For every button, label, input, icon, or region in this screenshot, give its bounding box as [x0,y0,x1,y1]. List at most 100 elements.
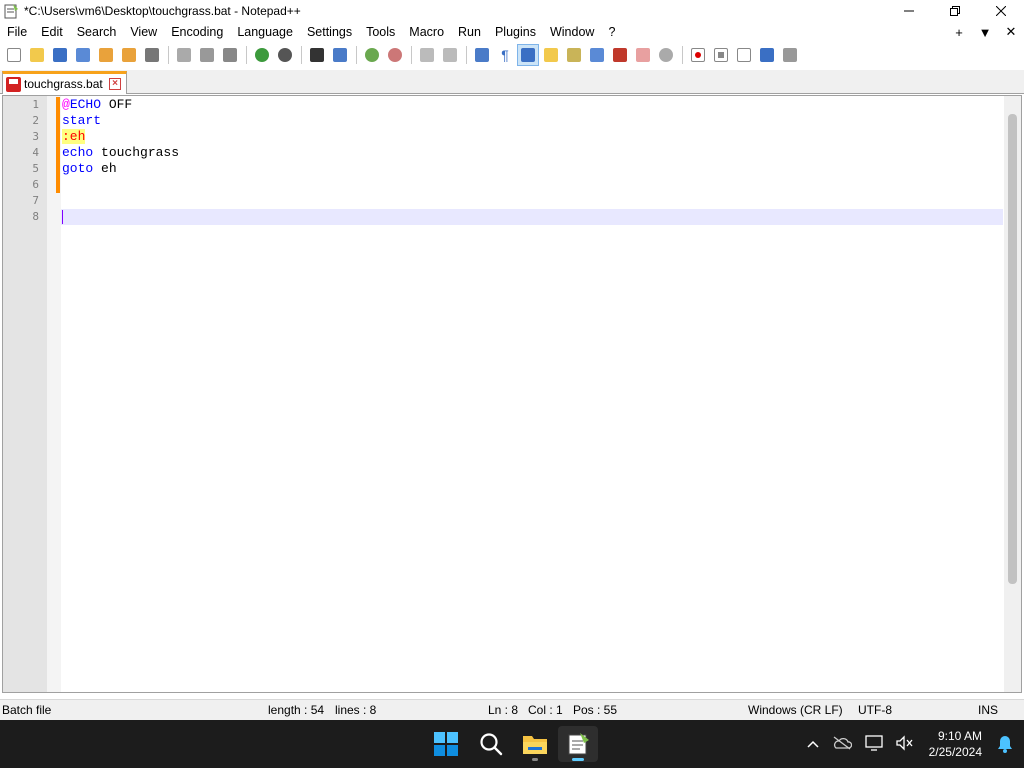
unsaved-file-icon [6,76,21,92]
code-line[interactable]: :eh [61,129,1003,145]
code-line[interactable]: echo touchgrass [61,145,1003,161]
scissors-icon [177,47,191,62]
eye-icon [659,47,673,62]
document-list-button[interactable] [586,44,608,66]
change-history-marker [56,97,60,193]
menu-view[interactable]: View [123,22,164,42]
indent-guide-button[interactable] [517,43,539,66]
line-numbers: 1 2 3 4 5 6 7 8 [3,97,39,225]
window-title: *C:\Users\vm6\Desktop\touchgrass.bat - N… [24,4,301,18]
menu-macro[interactable]: Macro [402,22,451,42]
monitoring-button[interactable] [655,44,677,66]
menu-search[interactable]: Search [70,22,124,42]
toolbar-separator [356,45,357,64]
folder-as-workspace-button[interactable] [632,44,654,66]
tab-close-icon[interactable]: × [109,78,121,90]
close-window-button[interactable] [978,0,1024,22]
file-tab[interactable]: touchgrass.bat × [2,71,127,94]
show-all-characters-button[interactable]: ¶ [494,44,516,66]
save-macro-button[interactable] [779,44,801,66]
restore-button[interactable] [932,0,978,22]
code-token: :eh [62,129,86,144]
redo-button[interactable] [274,44,296,66]
toolbar-separator [682,45,683,64]
user-defined-language-button[interactable] [540,44,562,66]
notifications-bell-icon[interactable] [996,734,1014,757]
menu-window[interactable]: Window [543,22,601,42]
taskbar: 9:10 AM 2/25/2024 [0,720,1024,768]
close-all-button[interactable] [118,44,140,66]
word-wrap-button[interactable] [471,44,493,66]
document-map-button[interactable] [563,44,585,66]
status-line-number[interactable]: Ln : 8 [488,703,518,717]
taskbar-search-button[interactable] [471,726,511,762]
menu-plugins[interactable]: Plugins [488,22,543,42]
undo-button[interactable] [251,44,273,66]
status-encoding[interactable]: UTF-8 [858,703,892,717]
volume-muted-icon[interactable] [890,734,918,754]
close-tab-x-icon[interactable]: ✕ [998,24,1024,40]
save-all-button[interactable] [72,44,94,66]
minimize-button[interactable] [886,0,932,22]
status-column[interactable]: Col : 1 [528,703,563,717]
menu-encoding[interactable]: Encoding [164,22,230,42]
paste-button[interactable] [219,44,241,66]
windows-logo-icon [434,732,458,756]
menu-edit[interactable]: Edit [34,22,70,42]
code-line[interactable] [61,177,1003,193]
cut-button[interactable] [173,44,195,66]
menu-language[interactable]: Language [230,22,300,42]
function-list-icon [613,47,627,62]
zoom-out-icon [388,47,402,62]
code-text[interactable]: @ECHO OFF start:eh echo touchgrass goto eh [61,97,1003,225]
status-position[interactable]: Pos : 55 [573,703,617,717]
code-line[interactable]: goto eh [61,161,1003,177]
tab-label: touchgrass.bat [24,77,103,91]
document-map-icon [567,47,581,62]
find-button[interactable] [306,44,328,66]
code-line[interactable]: start [61,113,1003,129]
indent-guide-icon [521,47,535,62]
tab-list-dropdown-icon[interactable]: ▼ [972,25,998,40]
code-token: eh [93,161,117,176]
notepad-plus-plus-app-icon[interactable] [3,3,19,19]
playback-macro-button[interactable] [733,44,755,66]
zoom-out-button[interactable] [384,44,406,66]
new-file-button[interactable] [3,44,25,66]
onedrive-cloud-icon[interactable] [826,735,858,753]
sync-horizontal-button[interactable] [439,44,461,66]
copy-button[interactable] [196,44,218,66]
status-eol[interactable]: Windows (CR LF) [748,703,843,717]
menu-settings[interactable]: Settings [300,22,359,42]
network-icon[interactable] [858,734,890,754]
start-button[interactable] [426,726,466,762]
current-code-line[interactable] [61,209,1003,225]
print-button[interactable] [141,44,163,66]
code-line[interactable]: @ECHO OFF [61,97,1003,113]
replace-button[interactable] [329,44,351,66]
run-macro-multiple-button[interactable] [756,44,778,66]
file-explorer-button[interactable] [515,726,555,762]
close-file-button[interactable] [95,44,117,66]
sync-vertical-button[interactable] [416,44,438,66]
editor-area[interactable]: 1 2 3 4 5 6 7 8 @ECHO OFF start:eh echo touchgras… [2,95,1022,693]
zoom-in-button[interactable] [361,44,383,66]
record-macro-button[interactable] [687,44,709,66]
vertical-scrollbar[interactable] [1004,96,1021,692]
scrollbar-thumb[interactable] [1008,114,1017,584]
menu-help[interactable]: ? [601,22,622,42]
open-file-button[interactable] [26,44,48,66]
new-tab-plus-icon[interactable]: + [946,25,972,40]
status-insert-mode[interactable]: INS [978,703,998,717]
stop-recording-button[interactable] [710,44,732,66]
menu-file[interactable]: File [0,22,34,42]
save-button[interactable] [49,44,71,66]
taskbar-clock[interactable]: 9:10 AM 2/25/2024 [929,728,982,760]
menu-run[interactable]: Run [451,22,488,42]
notepad-plus-plus-taskbar-button[interactable] [558,726,598,762]
code-line[interactable] [61,193,1003,209]
show-hidden-icons-chevron-icon[interactable] [800,737,826,751]
function-list-button[interactable] [609,44,631,66]
menu-tools[interactable]: Tools [359,22,402,42]
close-all-icon [122,47,136,62]
